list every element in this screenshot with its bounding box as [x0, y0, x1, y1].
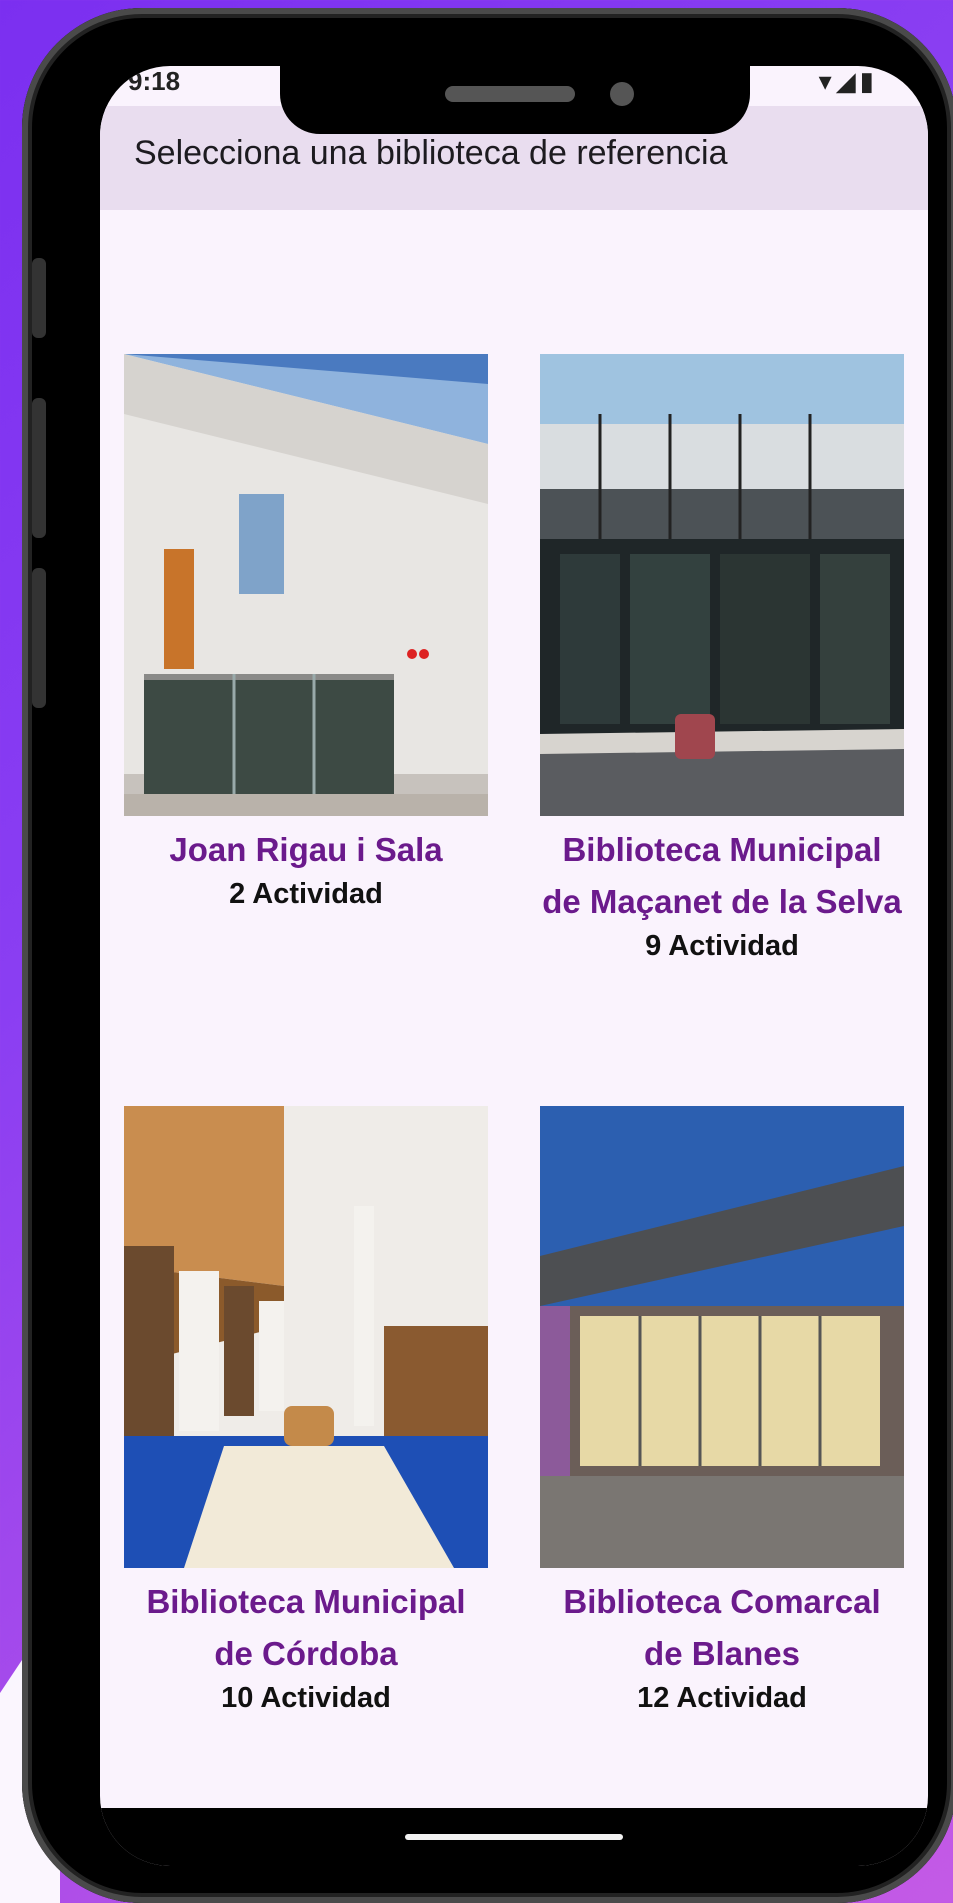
speaker-icon: [445, 86, 575, 102]
phone-frame: 9:18 ▾◢▮ Selecciona una biblioteca de re…: [22, 8, 953, 1903]
home-indicator[interactable]: [405, 1834, 623, 1840]
library-name: Biblioteca Municipal de Maçanet de la Se…: [542, 831, 902, 920]
library-name: Biblioteca Municipal de Córdoba: [146, 1583, 466, 1672]
app-screen: 9:18 ▾◢▮ Selecciona una biblioteca de re…: [100, 66, 928, 1866]
side-button: [32, 258, 46, 338]
status-time: 9:18: [128, 66, 181, 96]
side-button: [32, 398, 46, 538]
library-name: Joan Rigau i Sala: [169, 831, 443, 868]
activity-count: 9 Actividad: [645, 930, 799, 962]
modern-white-building-icon: [124, 354, 488, 816]
activity-count: 10 Actividad: [221, 1682, 391, 1714]
page-title: Selecciona una biblioteca de referencia: [134, 134, 728, 172]
glass-facade-building-icon: [540, 354, 904, 816]
library-interior-bookshelves-icon: [124, 1106, 488, 1568]
library-name: Biblioteca Comarcal de Blanes: [563, 1583, 881, 1672]
library-card-macanet[interactable]: Biblioteca Municipal de Maçanet de la Se…: [540, 354, 904, 964]
activity-count: 12 Actividad: [637, 1682, 807, 1714]
navigation-bar: [100, 1808, 928, 1866]
side-button: [32, 568, 46, 708]
status-icons: ▾◢▮: [818, 66, 878, 96]
library-exterior-dusk-icon: [540, 1106, 904, 1568]
library-card-blanes[interactable]: Biblioteca Comarcal de Blanes 12 Activid…: [540, 1106, 904, 1716]
camera-icon: [610, 82, 634, 106]
library-card-joan-rigau[interactable]: Joan Rigau i Sala 2 Actividad: [124, 354, 488, 912]
library-card-cordoba[interactable]: Biblioteca Municipal de Córdoba 10 Activ…: [124, 1106, 488, 1716]
phone-notch: [280, 66, 750, 134]
activity-count: 2 Actividad: [229, 878, 383, 910]
